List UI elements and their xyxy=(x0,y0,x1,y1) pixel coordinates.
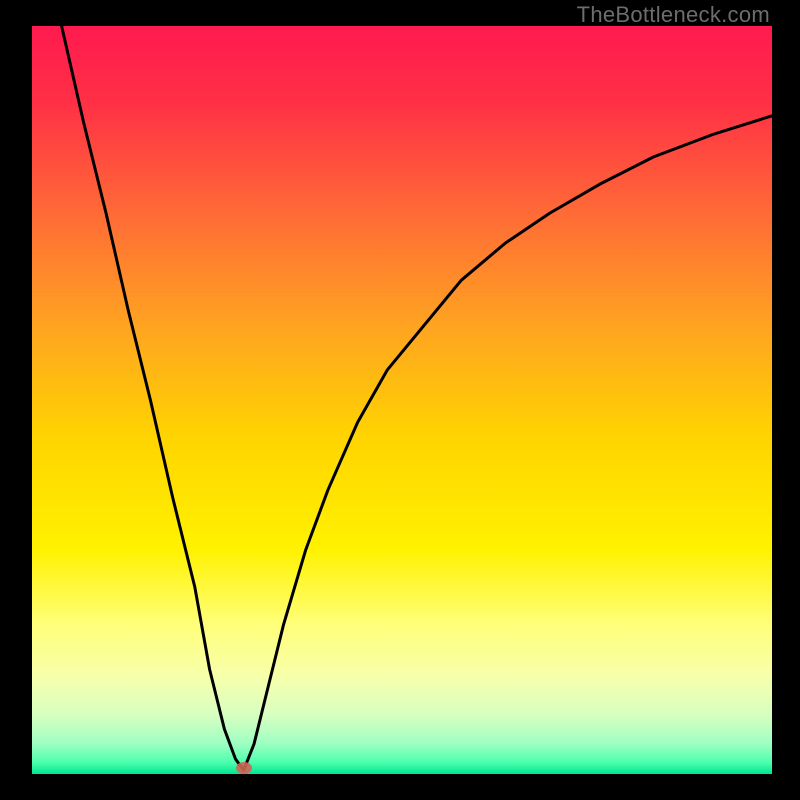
bottleneck-curve xyxy=(32,26,772,774)
minimum-marker-icon xyxy=(236,762,252,774)
plot-area xyxy=(32,26,772,774)
watermark-text: TheBottleneck.com xyxy=(577,2,770,28)
outer-frame: TheBottleneck.com xyxy=(0,0,800,800)
